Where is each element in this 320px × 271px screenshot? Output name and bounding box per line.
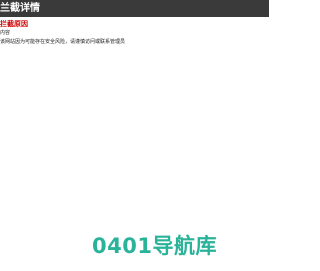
content-line-2: 该网站因为可能存在安全风险，请谨慎访问或联系管理员 <box>0 39 126 45</box>
content-line-1: 内容 <box>0 30 11 36</box>
block-reason-label: 拦截原因 <box>0 20 28 28</box>
header-bar: 兰截详情 <box>0 0 269 17</box>
site-watermark: 0401导航库 <box>92 233 217 259</box>
watermark-name: 导航库 <box>152 234 217 258</box>
page-title: 兰截详情 <box>0 3 40 14</box>
watermark-digits: 0401 <box>92 234 153 258</box>
